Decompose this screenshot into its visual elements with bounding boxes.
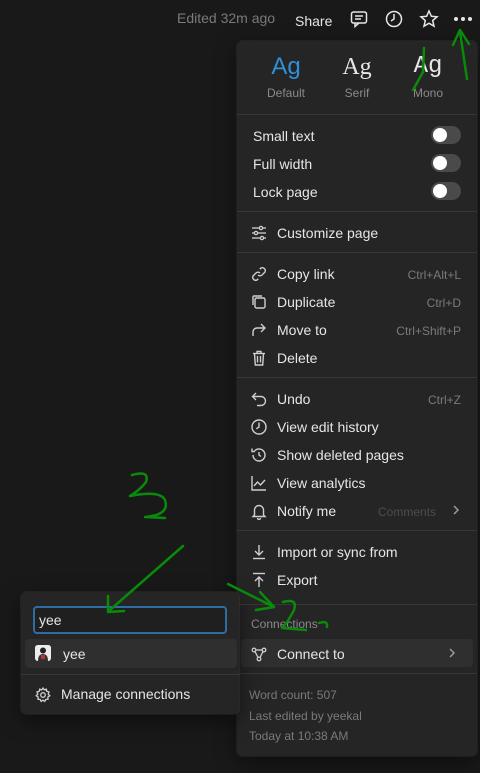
last-edited-by: Last edited by yeekal — [249, 709, 362, 723]
lock-page-toggle-row[interactable]: Lock page — [237, 177, 477, 205]
trash-icon — [250, 349, 268, 367]
font-default-sample: Ag — [271, 53, 301, 80]
connections-heading: Connections — [251, 617, 318, 631]
notify-me-label: Notify me — [277, 503, 337, 519]
comment-icon[interactable] — [349, 9, 369, 29]
connect-to-label: Connect to — [277, 646, 345, 662]
divider — [21, 674, 239, 675]
customize-page-label: Customize page — [277, 225, 379, 241]
chevron-right-icon — [445, 646, 459, 660]
import-icon — [250, 543, 268, 561]
copy-link-item[interactable]: Copy link Ctrl+Alt+L — [237, 259, 477, 287]
manage-connections-item[interactable]: Manage connections — [21, 680, 239, 708]
analytics-icon — [250, 474, 268, 492]
show-deleted-pages-item[interactable]: Show deleted pages — [237, 440, 477, 468]
page-options-menu: Ag Default Ag Serif Ag Mono Small text F… — [237, 41, 477, 756]
font-mono-option[interactable]: Ag Mono — [393, 53, 463, 100]
notify-me-item[interactable]: Notify me Comments — [237, 496, 477, 524]
full-width-label: Full width — [253, 156, 313, 172]
divider — [237, 211, 477, 212]
connection-search-input[interactable] — [35, 608, 225, 632]
connect-to-item[interactable]: Connect to — [241, 639, 473, 667]
connections-submenu: yee Manage connections — [21, 592, 239, 714]
annotation-number-3 — [128, 472, 168, 520]
last-edited-date: Today at 10:38 AM — [249, 729, 349, 743]
full-width-toggle-row[interactable]: Full width — [237, 149, 477, 177]
duplicate-icon — [250, 293, 268, 311]
view-analytics-item[interactable]: View analytics — [237, 468, 477, 496]
font-serif-option[interactable]: Ag Serif — [322, 53, 392, 100]
share-button[interactable]: Share — [295, 13, 332, 29]
divider — [237, 604, 477, 605]
font-default-label: Default — [266, 86, 306, 100]
export-label: Export — [277, 572, 318, 588]
divider — [237, 673, 477, 674]
font-default-option[interactable]: Ag Default — [251, 53, 321, 100]
move-to-label: Move to — [277, 322, 327, 338]
lock-page-label: Lock page — [253, 184, 318, 200]
font-mono-label: Mono — [412, 86, 444, 100]
divider — [237, 530, 477, 531]
import-label: Import or sync from — [277, 544, 398, 560]
connection-result-item[interactable]: yee — [25, 639, 237, 668]
duplicate-shortcut: Ctrl+D — [426, 296, 461, 310]
duplicate-label: Duplicate — [277, 294, 336, 310]
divider — [237, 377, 477, 378]
font-serif-label: Serif — [344, 86, 370, 100]
small-text-toggle-row[interactable]: Small text — [237, 121, 477, 149]
font-options: Ag Default Ag Serif Ag Mono — [237, 41, 477, 115]
star-icon[interactable] — [419, 9, 439, 29]
move-icon — [250, 321, 268, 339]
full-width-toggle[interactable] — [431, 154, 461, 172]
undo-shortcut: Ctrl+Z — [428, 393, 461, 407]
import-item[interactable]: Import or sync from — [237, 537, 477, 565]
view-analytics-label: View analytics — [277, 475, 366, 491]
history-icon — [250, 418, 268, 436]
connection-result-label: yee — [63, 646, 86, 662]
undo-label: Undo — [277, 391, 311, 407]
duplicate-item[interactable]: Duplicate Ctrl+D — [237, 287, 477, 315]
small-text-toggle[interactable] — [431, 126, 461, 144]
font-serif-sample: Ag — [342, 54, 372, 80]
customize-page-item[interactable]: Customize page — [237, 218, 477, 246]
connections-icon — [250, 645, 268, 663]
more-icon[interactable] — [453, 9, 473, 29]
undo-item[interactable]: Undo Ctrl+Z — [237, 384, 477, 412]
lock-page-toggle[interactable] — [431, 182, 461, 200]
small-text-label: Small text — [253, 128, 315, 144]
divider — [237, 252, 477, 253]
export-icon — [250, 571, 268, 589]
sliders-icon — [250, 224, 268, 242]
show-deleted-pages-label: Show deleted pages — [277, 447, 404, 463]
bell-icon — [250, 502, 268, 520]
edited-status: Edited 32m ago — [177, 10, 276, 26]
chevron-right-icon — [449, 503, 463, 517]
view-edit-history-label: View edit history — [277, 419, 379, 435]
delete-label: Delete — [277, 350, 318, 366]
undo-icon — [250, 390, 268, 408]
manage-connections-label: Manage connections — [61, 686, 191, 702]
notify-me-value: Comments — [378, 505, 437, 519]
word-count: Word count: 507 — [249, 688, 337, 702]
delete-item[interactable]: Delete — [237, 343, 477, 371]
connection-search-field[interactable] — [33, 606, 227, 634]
top-bar: Edited 32m ago Share — [0, 0, 480, 40]
connection-avatar-icon — [35, 645, 51, 661]
move-to-item[interactable]: Move to Ctrl+Shift+P — [237, 315, 477, 343]
link-icon — [250, 265, 268, 283]
move-to-shortcut: Ctrl+Shift+P — [396, 324, 461, 338]
history-icon[interactable] — [384, 9, 404, 29]
view-edit-history-item[interactable]: View edit history — [237, 412, 477, 440]
gear-icon — [34, 686, 52, 704]
copy-link-label: Copy link — [277, 266, 335, 282]
copy-link-shortcut: Ctrl+Alt+L — [407, 268, 461, 282]
export-item[interactable]: Export — [237, 565, 477, 593]
divider — [237, 114, 477, 115]
restore-icon — [250, 446, 268, 464]
font-mono-sample: Ag — [413, 53, 443, 80]
